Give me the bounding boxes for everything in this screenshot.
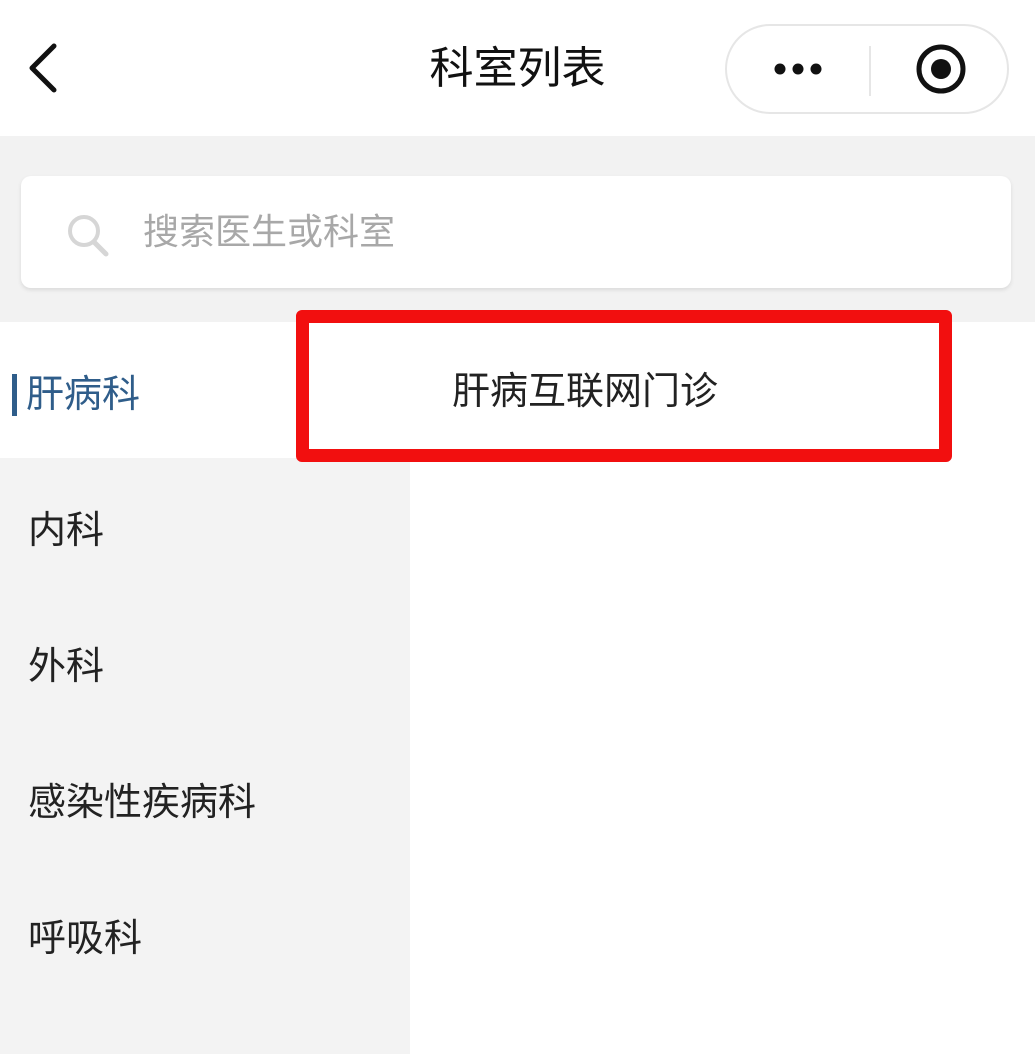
department-item-liver-online-clinic[interactable]: 肝病互联网门诊 <box>410 322 1035 458</box>
sidebar-item-surgery[interactable]: 外科 <box>0 594 410 730</box>
more-dots-icon <box>774 63 822 75</box>
sidebar-item-label: 外科 <box>28 643 105 688</box>
sidebar-item-label: 感染性疾病科 <box>28 779 257 824</box>
close-mini-program-button[interactable] <box>899 39 983 99</box>
more-button[interactable] <box>757 41 839 97</box>
sidebar-item-internal-medicine[interactable]: 内科 <box>0 458 410 594</box>
capsule-divider <box>869 46 871 96</box>
search-box[interactable] <box>21 176 1011 288</box>
search-input[interactable] <box>143 206 963 258</box>
department-sidebar: 肝病科 内科 外科 感染性疾病科 呼吸科 <box>0 322 410 1054</box>
sidebar-item-label: 呼吸科 <box>28 915 143 960</box>
sidebar-item-infectious-disease[interactable]: 感染性疾病科 <box>0 730 410 866</box>
target-circle-icon <box>916 44 966 94</box>
sidebar-item-respiratory[interactable]: 呼吸科 <box>0 866 410 1002</box>
sidebar-item-label: 肝病科 <box>26 371 141 416</box>
search-icon <box>68 215 109 257</box>
mini-program-capsule <box>725 24 1009 114</box>
active-indicator <box>12 374 17 416</box>
chevron-left-icon <box>29 43 57 93</box>
sidebar-item-liver-disease[interactable]: 肝病科 <box>0 322 410 458</box>
sidebar-item-label: 内科 <box>28 507 105 552</box>
department-item-label: 肝病互联网门诊 <box>452 369 719 413</box>
back-button[interactable] <box>14 32 74 104</box>
department-content: 肝病科 内科 外科 感染性疾病科 呼吸科 肝病互联网门诊 <box>0 322 1035 1054</box>
department-list-page: 科室列表 搜索医生或科室 肝病科 内科 外科 感染性疾病科 呼吸科 肝病互联网门… <box>0 0 1035 1054</box>
nav-header: 科室列表 <box>0 0 1035 136</box>
